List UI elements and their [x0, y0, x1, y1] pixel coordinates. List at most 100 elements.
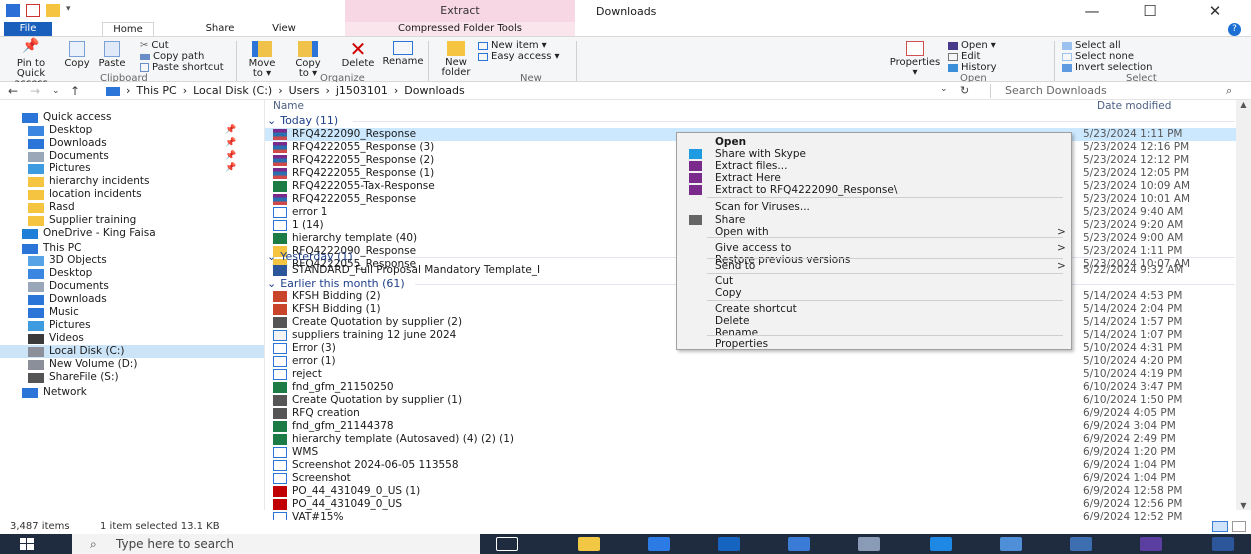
- nav-item[interactable]: Pictures 📌: [0, 162, 264, 175]
- menu-item-scan[interactable]: Scan for Viruses...: [677, 201, 1071, 213]
- edge-taskbar-icon[interactable]: [930, 537, 952, 551]
- history-button[interactable]: History: [948, 62, 997, 73]
- nav-item[interactable]: Network: [0, 386, 264, 399]
- menu-item-properties[interactable]: Properties: [677, 338, 1071, 350]
- rename-button[interactable]: Rename: [382, 41, 424, 67]
- file-row[interactable]: WMS 6/9/2024 1:20 PM: [265, 446, 1240, 459]
- breadcrumb-local-disk[interactable]: Local Disk (C:): [193, 84, 272, 98]
- nav-item[interactable]: 3D Objects: [0, 254, 264, 267]
- tab-home[interactable]: Home: [102, 22, 154, 36]
- edit-button[interactable]: Edit: [948, 51, 980, 62]
- menu-item-open[interactable]: Open: [677, 136, 1071, 148]
- search-input[interactable]: Search Downloads: [990, 84, 1222, 98]
- easy-access-button[interactable]: Easy access ▾: [478, 51, 559, 62]
- forward-arrow-icon[interactable]: →: [30, 84, 40, 98]
- menu-item-share-skype[interactable]: Share with Skype: [677, 148, 1071, 160]
- new-folder-qa-icon[interactable]: [46, 4, 60, 17]
- details-view-icon[interactable]: [1212, 521, 1228, 532]
- file-row[interactable]: PO_44_431049_0_US 6/9/2024 12:56 PM: [265, 498, 1240, 511]
- tab-share[interactable]: Share: [200, 22, 240, 36]
- app-taskbar-icon-2[interactable]: [718, 537, 740, 551]
- address-dropdown-icon[interactable]: ⌄: [940, 84, 948, 94]
- menu-item-cut[interactable]: Cut: [677, 275, 1071, 287]
- delete-button[interactable]: ✕ Delete: [338, 39, 378, 69]
- file-explorer-taskbar-icon[interactable]: [578, 537, 600, 551]
- nav-item[interactable]: Music: [0, 306, 264, 319]
- new-folder-button[interactable]: New folder: [440, 41, 472, 78]
- select-none-button[interactable]: Select none: [1062, 51, 1134, 62]
- column-header-name[interactable]: Name: [273, 100, 304, 112]
- address-bar[interactable]: › This PC › Local Disk (C:) › Users › j1…: [106, 84, 976, 98]
- breadcrumb-user-folder[interactable]: j1503101: [336, 84, 388, 98]
- menu-item-extract-files[interactable]: Extract files...: [677, 160, 1071, 172]
- group-header[interactable]: ⌄ Earlier this month (61): [267, 277, 405, 290]
- file-row[interactable]: error (1) 5/10/2024 4:20 PM: [265, 355, 1240, 368]
- menu-item-copy[interactable]: Copy: [677, 287, 1071, 299]
- nav-item[interactable]: Desktop 📌: [0, 124, 264, 137]
- select-all-button[interactable]: Select all: [1062, 40, 1121, 51]
- properties-qa-icon[interactable]: [26, 4, 40, 17]
- back-arrow-icon[interactable]: ←: [8, 84, 18, 98]
- nav-item[interactable]: Pictures: [0, 319, 264, 332]
- properties-button[interactable]: Properties ▾: [888, 41, 942, 78]
- paste-shortcut-button[interactable]: Paste shortcut: [140, 62, 224, 73]
- nav-item[interactable]: location incidents: [0, 188, 264, 201]
- nav-item[interactable]: Downloads 📌: [0, 137, 264, 150]
- nav-item[interactable]: OneDrive - King Faisa: [0, 227, 264, 240]
- nav-item[interactable]: Documents: [0, 280, 264, 293]
- paste-button[interactable]: Paste: [97, 41, 127, 69]
- nav-item[interactable]: Rasd: [0, 201, 264, 214]
- vertical-scrollbar[interactable]: ▲ ▼: [1236, 100, 1251, 510]
- file-row[interactable]: fnd_gfm_21144378 6/9/2024 3:04 PM: [265, 420, 1240, 433]
- customize-qa-icon[interactable]: ▾: [66, 4, 74, 17]
- app-taskbar-icon-5[interactable]: [1000, 537, 1022, 551]
- close-button[interactable]: ✕: [1195, 2, 1235, 20]
- nav-item[interactable]: hierarchy incidents: [0, 175, 264, 188]
- scroll-up-icon[interactable]: ▲: [1236, 100, 1251, 109]
- nav-item[interactable]: Quick access: [0, 111, 264, 124]
- explorer-icon[interactable]: [6, 4, 20, 17]
- breadcrumb-users[interactable]: Users: [289, 84, 320, 98]
- task-view-icon[interactable]: [496, 537, 518, 551]
- file-row[interactable]: Screenshot 2024-06-05 113558 6/9/2024 1:0…: [265, 459, 1240, 472]
- refresh-icon[interactable]: ↻: [960, 84, 969, 97]
- nav-item[interactable]: Supplier training: [0, 214, 264, 227]
- app-taskbar-icon-6[interactable]: [1070, 537, 1092, 551]
- up-arrow-icon[interactable]: ↑: [70, 84, 80, 98]
- extract-context-tab-header[interactable]: Extract: [345, 0, 575, 22]
- maximize-button[interactable]: ☐: [1130, 2, 1170, 20]
- word-taskbar-icon[interactable]: [1212, 537, 1234, 551]
- invert-selection-button[interactable]: Invert selection: [1062, 62, 1153, 73]
- open-button[interactable]: Open ▾: [948, 40, 996, 51]
- nav-item[interactable]: Local Disk (C:): [0, 345, 264, 358]
- menu-item-extract-here[interactable]: Extract Here: [677, 172, 1071, 184]
- file-row[interactable]: PO_44_431049_0_US (1) 6/9/2024 12:58 PM: [265, 485, 1240, 498]
- taskbar-search-box[interactable]: ⌕ Type here to search: [72, 534, 480, 554]
- cut-button[interactable]: ✂ Cut: [140, 40, 169, 51]
- nav-item[interactable]: Downloads: [0, 293, 264, 306]
- nav-item[interactable]: ShareFile (S:): [0, 371, 264, 384]
- new-item-button[interactable]: New item ▾: [478, 40, 547, 51]
- menu-item-share[interactable]: Share: [677, 214, 1071, 226]
- tab-view[interactable]: View: [264, 22, 304, 36]
- app-taskbar-icon-3[interactable]: [788, 537, 810, 551]
- app-taskbar-icon-4[interactable]: [858, 537, 880, 551]
- scroll-down-icon[interactable]: ▼: [1236, 501, 1251, 510]
- file-row[interactable]: hierarchy template (Autosaved) (4) (2) (…: [265, 433, 1240, 446]
- nav-item[interactable]: Desktop: [0, 267, 264, 280]
- menu-item-give-access[interactable]: Give access to >: [677, 242, 1071, 254]
- menu-item-send-to[interactable]: Send to >: [677, 260, 1071, 272]
- breadcrumb-this-pc[interactable]: This PC: [136, 84, 176, 98]
- windows-start-icon[interactable]: [20, 538, 34, 550]
- app-taskbar-icon-1[interactable]: [648, 537, 670, 551]
- tab-file[interactable]: File: [4, 22, 52, 36]
- teams-taskbar-icon[interactable]: [1140, 537, 1162, 551]
- copy-path-button[interactable]: Copy path: [140, 51, 204, 62]
- menu-item-create-shortcut[interactable]: Create shortcut: [677, 303, 1071, 315]
- recent-locations-chevron-icon[interactable]: ⌄: [52, 86, 60, 96]
- breadcrumb-downloads[interactable]: Downloads: [404, 84, 464, 98]
- file-row[interactable]: reject 5/10/2024 4:19 PM: [265, 368, 1240, 381]
- file-row[interactable]: Screenshot 6/9/2024 1:04 PM: [265, 472, 1240, 485]
- move-to-button[interactable]: Move to ▾: [244, 41, 280, 79]
- nav-item[interactable]: New Volume (D:): [0, 358, 264, 371]
